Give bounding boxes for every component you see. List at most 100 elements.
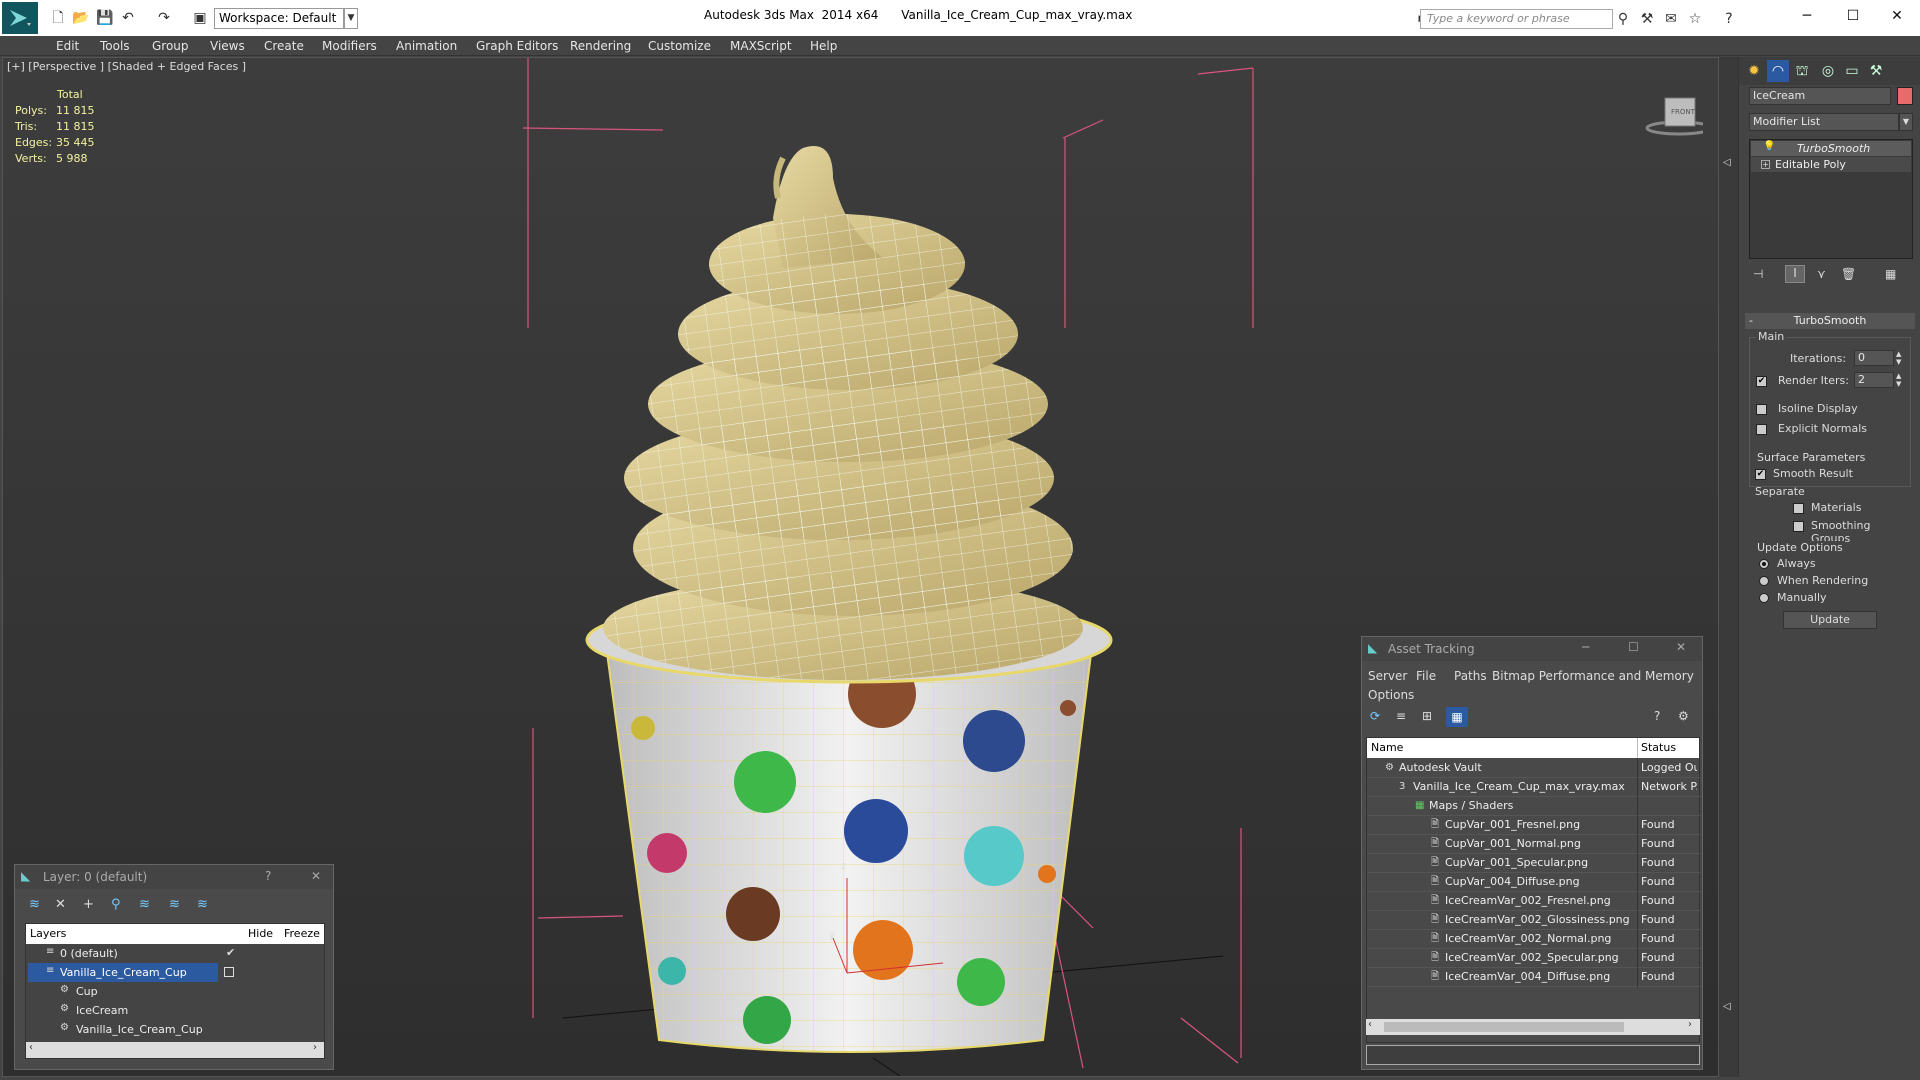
- smoothing-groups-checkbox[interactable]: [1793, 521, 1804, 532]
- menu-maxscript[interactable]: MAXScript: [730, 36, 792, 56]
- asset-menu-paths[interactable]: Paths: [1454, 669, 1487, 683]
- layer-row[interactable]: ⚙ Cup: [26, 982, 324, 1001]
- table-view-icon[interactable]: ▦: [1446, 707, 1468, 727]
- configure-sets-icon[interactable]: ▦: [1885, 267, 1896, 281]
- redo-icon[interactable]: ↷: [156, 10, 172, 26]
- motion-tab-icon[interactable]: ◎: [1817, 60, 1839, 82]
- layer-horizontal-scrollbar[interactable]: ‹ ›: [26, 1042, 324, 1058]
- new-file-icon[interactable]: 🗋: [50, 10, 66, 26]
- asset-settings-icon[interactable]: ⚙: [1678, 709, 1689, 723]
- open-file-icon[interactable]: 📂: [72, 10, 89, 26]
- asset-row[interactable]: 🗎 IceCreamVar_002_Fresnel.png Found: [1367, 892, 1700, 911]
- menu-edit[interactable]: Edit: [56, 36, 79, 56]
- asset-row[interactable]: 🗎 IceCreamVar_002_Glossiness.png Found: [1367, 911, 1700, 930]
- asset-minimize-button[interactable]: ─: [1582, 640, 1589, 654]
- asset-row[interactable]: 🗎 IceCreamVar_002_Specular.png Found: [1367, 949, 1700, 968]
- search-input[interactable]: Type a keyword or phrase: [1420, 9, 1613, 29]
- iterations-spinner[interactable]: 0: [1854, 350, 1894, 366]
- manually-radio[interactable]: [1759, 593, 1769, 603]
- layer-new-icon[interactable]: ≋: [29, 897, 40, 912]
- layer-row[interactable]: ≡ Vanilla_Ice_Cream_Cup: [26, 963, 324, 982]
- menu-views[interactable]: Views: [210, 36, 245, 56]
- active-layer-check-icon[interactable]: ✔: [226, 946, 235, 959]
- asset-menu-bitmap-performance[interactable]: Bitmap Performance and Memory: [1492, 669, 1694, 683]
- remove-modifier-icon[interactable]: 🗑: [1841, 267, 1856, 281]
- workspace-chevron-icon[interactable]: ▼: [344, 8, 358, 29]
- help-icon[interactable]: ?: [1720, 10, 1738, 28]
- asset-menu-server[interactable]: Server: [1368, 669, 1407, 683]
- scroll-thumb[interactable]: [1384, 1022, 1624, 1032]
- asset-maximize-button[interactable]: ☐: [1628, 640, 1639, 654]
- menu-customize[interactable]: Customize: [648, 36, 711, 56]
- when-rendering-radio[interactable]: [1759, 576, 1769, 586]
- asset-row[interactable]: ▦ Maps / Shaders: [1367, 797, 1700, 816]
- explicit-normals-checkbox[interactable]: [1756, 424, 1767, 435]
- asset-row[interactable]: 🗎 CupVar_001_Fresnel.png Found: [1367, 816, 1700, 835]
- favorites-star-icon[interactable]: ☆: [1686, 10, 1704, 28]
- col-name-header[interactable]: Name: [1371, 741, 1403, 754]
- asset-row[interactable]: 🗎 CupVar_001_Normal.png Found: [1367, 835, 1700, 854]
- layer-close-button[interactable]: ✕: [311, 869, 321, 883]
- layer-row[interactable]: ≡ 0 (default) ✔: [26, 944, 324, 963]
- create-tab-icon[interactable]: ✹: [1743, 60, 1765, 82]
- menu-tools[interactable]: Tools: [100, 36, 130, 56]
- update-button[interactable]: Update: [1783, 611, 1877, 629]
- layer-delete-icon[interactable]: ✕: [55, 897, 66, 912]
- asset-menu-file[interactable]: File: [1416, 669, 1436, 683]
- maximize-button[interactable]: ☐: [1830, 4, 1876, 28]
- modifier-list-dropdown[interactable]: Modifier List: [1749, 113, 1899, 131]
- lightbulb-icon[interactable]: 💡: [1763, 141, 1775, 152]
- utilities-tab-icon[interactable]: ⚒: [1865, 60, 1887, 82]
- refresh-icon[interactable]: ⟳: [1370, 709, 1380, 723]
- minimize-button[interactable]: ─: [1784, 4, 1830, 28]
- stack-item-editable-poly[interactable]: + Editable Poly: [1751, 157, 1911, 172]
- scroll-right-icon[interactable]: ›: [1688, 1019, 1692, 1030]
- always-radio[interactable]: [1759, 559, 1769, 569]
- isoline-checkbox[interactable]: [1756, 404, 1767, 415]
- col-hide-header[interactable]: Hide: [248, 927, 273, 940]
- render-iters-checkbox[interactable]: ✔: [1756, 376, 1767, 387]
- hierarchy-tab-icon[interactable]: ⛫: [1791, 60, 1813, 82]
- layer-freeze-all-icon[interactable]: ≋: [197, 897, 208, 912]
- asset-row[interactable]: 3 Vanilla_Ice_Cream_Cup_max_vray.max Netwo…: [1367, 778, 1700, 797]
- col-freeze-header[interactable]: Freeze: [284, 927, 320, 940]
- object-color-swatch[interactable]: [1897, 87, 1913, 105]
- menu-graph-editors[interactable]: Graph Editors: [476, 36, 558, 56]
- workspace-dropdown[interactable]: Workspace: Default: [214, 8, 344, 29]
- layer-help-button[interactable]: ?: [265, 869, 271, 883]
- object-name-field[interactable]: IceCream: [1749, 87, 1891, 105]
- stack-item-turbosmooth[interactable]: 💡 TurboSmooth: [1751, 141, 1911, 156]
- menu-help[interactable]: Help: [810, 36, 837, 56]
- scroll-left-icon[interactable]: ‹: [1368, 1019, 1372, 1030]
- menu-animation[interactable]: Animation: [396, 36, 457, 56]
- communication-icon[interactable]: ✉: [1662, 10, 1680, 28]
- menu-modifiers[interactable]: Modifiers: [322, 36, 377, 56]
- tree-view-icon[interactable]: ⊞: [1422, 709, 1432, 723]
- pin-stack-icon[interactable]: ⊣: [1753, 267, 1763, 281]
- project-folder-icon[interactable]: ▣: [192, 10, 208, 26]
- app-menu-button[interactable]: [2, 2, 38, 34]
- asset-row[interactable]: 🗎 CupVar_001_Specular.png Found: [1367, 854, 1700, 873]
- col-layers-header[interactable]: Layers: [30, 927, 66, 940]
- display-tab-icon[interactable]: ▭: [1841, 60, 1863, 82]
- layer-row[interactable]: ⚙ Vanilla_Ice_Cream_Cup: [26, 1020, 324, 1039]
- menu-rendering[interactable]: Rendering: [570, 36, 631, 56]
- undo-icon[interactable]: ↶: [120, 10, 136, 26]
- render-iters-spinner[interactable]: 2: [1854, 372, 1894, 388]
- asset-help-icon[interactable]: ?: [1654, 709, 1660, 723]
- modify-tab-icon[interactable]: ◠: [1767, 60, 1789, 82]
- scroll-right-icon[interactable]: ›: [313, 1042, 317, 1053]
- subscription-icon[interactable]: ⚒: [1638, 10, 1656, 28]
- asset-close-button[interactable]: ✕: [1676, 640, 1686, 654]
- layer-hide-all-icon[interactable]: ≋: [169, 897, 180, 912]
- smooth-result-checkbox[interactable]: ✔: [1755, 469, 1766, 480]
- spinner-arrows-icon[interactable]: ▲ ▼: [1896, 350, 1901, 366]
- col-status-header[interactable]: Status: [1641, 741, 1676, 754]
- collapse-minus-icon[interactable]: -: [1749, 313, 1753, 329]
- menu-group[interactable]: Group: [152, 36, 189, 56]
- close-button[interactable]: ✕: [1874, 4, 1920, 28]
- asset-row[interactable]: 🗎 IceCreamVar_002_Normal.png Found: [1367, 930, 1700, 949]
- asset-horizontal-scrollbar[interactable]: ‹ ›: [1366, 1019, 1700, 1035]
- spinner-arrows-icon[interactable]: ▲ ▼: [1896, 372, 1901, 388]
- save-file-icon[interactable]: 💾: [96, 10, 113, 26]
